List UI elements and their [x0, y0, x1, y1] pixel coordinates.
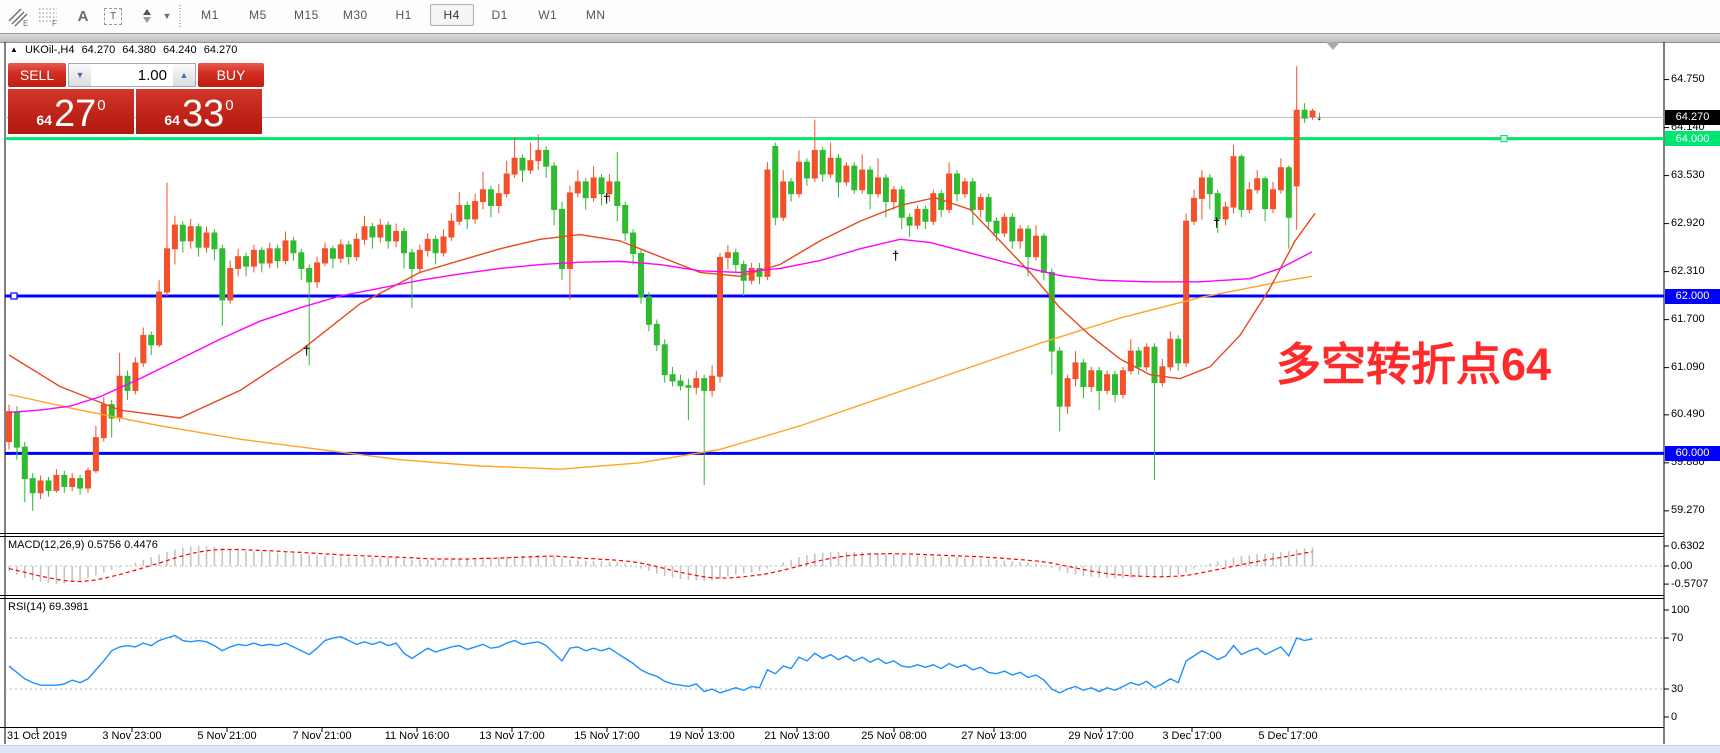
price-axis-tick: 60.490 [1671, 408, 1720, 420]
time-axis-label: 15 Nov 17:00 [557, 730, 657, 742]
bid-price-display[interactable]: 64270 [8, 89, 134, 134]
volume-increase-button[interactable]: ▲ [173, 64, 195, 86]
time-axis-label: 3 Nov 23:00 [82, 730, 182, 742]
ma_red-line [9, 198, 1315, 418]
ask-main: 33 [182, 97, 224, 131]
hline-price-box: 64.000 [1665, 131, 1720, 146]
time-axis-label: 25 Nov 08:00 [844, 730, 944, 742]
volume-decrease-button[interactable]: ▼ [69, 64, 91, 86]
time-axis-label: 7 Nov 21:00 [272, 730, 372, 742]
time-axis-label: 29 Nov 17:00 [1051, 730, 1151, 742]
time-axis-label: 21 Nov 13:00 [747, 730, 847, 742]
rsi-label: RSI(14) 69.3981 [8, 601, 89, 613]
ohlc-low: 64.240 [163, 44, 197, 56]
chart-object-marker: † [603, 191, 610, 206]
macd-axis-tick: 0.6302 [1671, 540, 1720, 552]
price-axis-tick: 63.530 [1671, 169, 1720, 181]
bid-pip: 0 [97, 98, 105, 131]
time-axis-label: 27 Nov 13:00 [944, 730, 1044, 742]
rsi-axis-tick: 0 [1671, 711, 1720, 723]
ohlc-high: 64.380 [122, 44, 156, 56]
buy-button[interactable]: BUY [198, 63, 264, 87]
time-axis-label: 11 Nov 16:00 [367, 730, 467, 742]
time-axis-label: 3 Dec 17:00 [1142, 730, 1242, 742]
chart-object-marker: ↓ [1316, 108, 1323, 123]
mt4-terminal: E F A T ▼ M1M5M15M30H1H4D1W1MN ▲ UKOil-,… [0, 0, 1720, 753]
time-axis-label: 5 Nov 21:00 [177, 730, 277, 742]
volume-input[interactable] [91, 64, 173, 86]
bid-main: 27 [54, 97, 96, 131]
chart-object-marker: † [303, 343, 310, 358]
hline-price-box: 62.000 [1665, 289, 1720, 304]
price-axis-tick: 64.750 [1671, 73, 1720, 85]
price-axis-tick: 61.090 [1671, 361, 1720, 373]
chart-object-marker: † [1213, 215, 1220, 230]
chart-ohlc-header: ▲ UKOil-,H4 64.270 64.380 64.240 64.270 [10, 44, 241, 56]
hline-handle[interactable] [1501, 136, 1507, 142]
price-axis-tick: 62.920 [1671, 217, 1720, 229]
ohlc-close: 64.270 [204, 44, 238, 56]
chart-annotation-text: 多空转折点64 [1276, 340, 1551, 390]
rsi-axis-tick: 100 [1671, 604, 1720, 616]
volume-stepper: ▼ ▲ [68, 63, 196, 87]
chart-shift-marker-icon[interactable] [1326, 42, 1340, 50]
time-axis-label: 13 Nov 17:00 [462, 730, 562, 742]
ohlc-open: 64.270 [82, 44, 116, 56]
current-price-box: 64.270 [1665, 110, 1720, 125]
time-axis-label: 19 Nov 13:00 [652, 730, 752, 742]
ask-pip: 0 [225, 98, 233, 131]
macd-label: MACD(12,26,9) 0.5756 0.4476 [8, 539, 158, 551]
hline-price-box: 60.000 [1665, 446, 1720, 461]
price-axis-tick: 62.310 [1671, 265, 1720, 277]
rsi-line [9, 635, 1313, 692]
sell-button[interactable]: SELL [8, 63, 66, 87]
macd-axis-tick: 0.00 [1671, 560, 1720, 572]
one-click-trade-panel: SELL ▼ ▲ BUY 64270 64330 [8, 63, 264, 134]
hline-handle[interactable] [11, 293, 17, 299]
chart-object-marker: † [892, 248, 899, 263]
symbol-period: UKOil-,H4 [25, 44, 75, 56]
ask-price-display[interactable]: 64330 [136, 89, 262, 134]
symbol-caret-icon: ▲ [10, 45, 18, 54]
macd-axis-tick: -0.5707 [1671, 578, 1720, 590]
ask-prefix: 64 [164, 113, 180, 131]
rsi-axis-tick: 30 [1671, 683, 1720, 695]
ma_orange-line [9, 276, 1312, 469]
price-axis-tick: 59.270 [1671, 504, 1720, 516]
price-axis-tick: 61.700 [1671, 313, 1720, 325]
time-axis-label: 5 Dec 17:00 [1238, 730, 1338, 742]
time-axis-label: 31 Oct 2019 [0, 730, 87, 742]
bid-prefix: 64 [36, 113, 52, 131]
rsi-axis-tick: 70 [1671, 632, 1720, 644]
